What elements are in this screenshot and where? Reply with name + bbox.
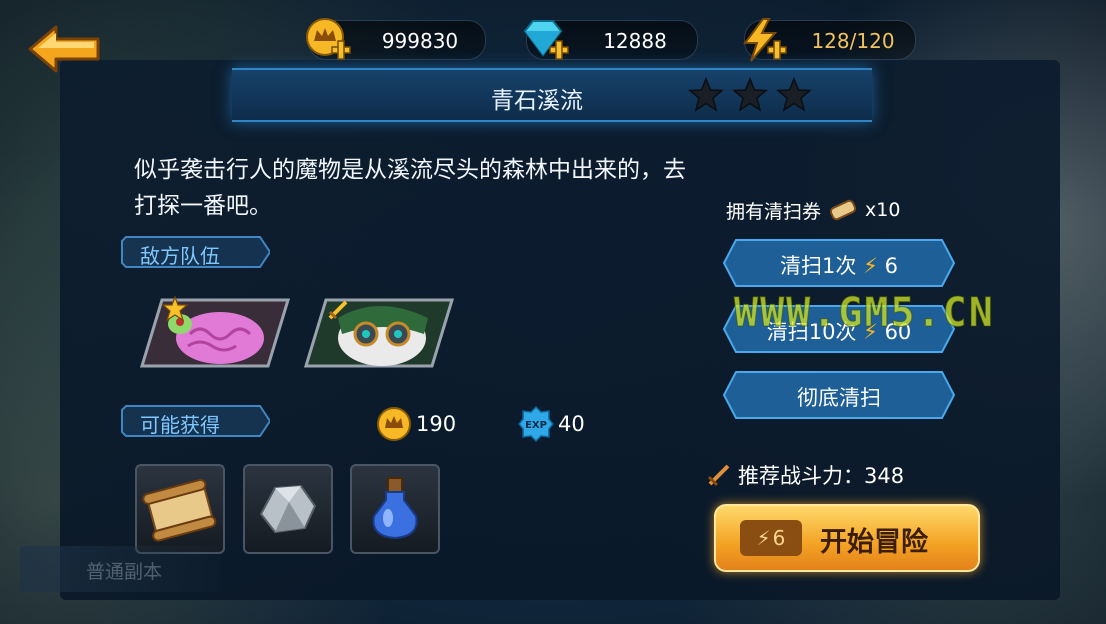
enemy-card-brain-monster[interactable]: [139, 296, 291, 368]
star-icon: [688, 77, 724, 112]
side-tab-normal-dungeon[interactable]: 普通副本: [20, 546, 220, 592]
reward-gold: 190: [376, 406, 456, 442]
reward-exp-amount: 40: [558, 412, 585, 436]
enemy-team-label: 敌方队伍: [120, 233, 270, 271]
start-adventure-button[interactable]: ⚡ 6 开始冒险: [714, 504, 980, 572]
stage-description: 似乎袭击行人的魔物是从溪流尽头的森林中出来的，去打探一番吧。: [134, 157, 686, 219]
sword-badge-icon: [328, 300, 348, 320]
reward-exp: EXP 40: [518, 406, 585, 442]
stone-ore-icon: [259, 484, 317, 534]
sweep-once-button[interactable]: 清扫1次 ⚡ 6: [722, 238, 956, 288]
enemy-card-goggle-monster[interactable]: [303, 298, 455, 368]
diamond-add-icon: [523, 20, 569, 60]
sweep-ticket-label: 拥有清扫券: [726, 200, 822, 223]
reward-item-stone[interactable]: [243, 464, 333, 554]
energy-amount: 128/120: [811, 29, 895, 53]
star-icon: [732, 77, 768, 112]
reward-item-scroll[interactable]: [135, 464, 225, 554]
reward-gold-amount: 190: [416, 412, 457, 436]
sweep-ticket-info: 拥有清扫券 x10: [726, 196, 900, 224]
energy-bolt-icon: ⚡: [756, 526, 771, 550]
start-adventure-label: 开始冒险: [820, 527, 928, 558]
gold-coin-icon: [377, 407, 411, 441]
star-icon: [776, 77, 812, 112]
exp-badge-icon: EXP: [518, 406, 554, 442]
energy-resource[interactable]: 128/120: [743, 18, 916, 62]
gem-resource[interactable]: 12888: [523, 20, 698, 60]
back-arrow-icon: [28, 25, 100, 73]
gold-coin-add-icon: [306, 18, 351, 60]
start-cost: ⚡ 6: [740, 520, 802, 556]
reward-item-potion[interactable]: [350, 464, 440, 554]
energy-bolt-add-icon: [743, 18, 787, 62]
watermark: WWW.GM5.CN: [734, 290, 995, 337]
back-button[interactable]: [26, 24, 102, 74]
recommended-power: 推荐战斗力：348: [706, 460, 904, 490]
possible-rewards-label: 可能获得: [120, 402, 270, 440]
svg-text:EXP: EXP: [525, 420, 547, 431]
stage-stars: [688, 77, 812, 113]
sweep-all-button[interactable]: 彻底清扫: [722, 370, 956, 420]
energy-bolt-icon: ⚡: [863, 254, 878, 278]
gold-resource[interactable]: 999830: [306, 18, 486, 60]
star-badge-icon: [162, 296, 188, 322]
sweep-ticket-count: x10: [865, 199, 901, 221]
gem-amount: 12888: [603, 29, 667, 53]
sweep-ticket-icon: [829, 199, 857, 221]
blue-potion-icon: [372, 477, 418, 540]
scroll-icon: [142, 478, 217, 542]
sword-icon: [707, 464, 730, 487]
gold-amount: 999830: [381, 29, 459, 53]
recommended-power-text: 推荐战斗力：348: [738, 464, 905, 488]
stage-title-bar: 青石溪流: [232, 68, 872, 122]
